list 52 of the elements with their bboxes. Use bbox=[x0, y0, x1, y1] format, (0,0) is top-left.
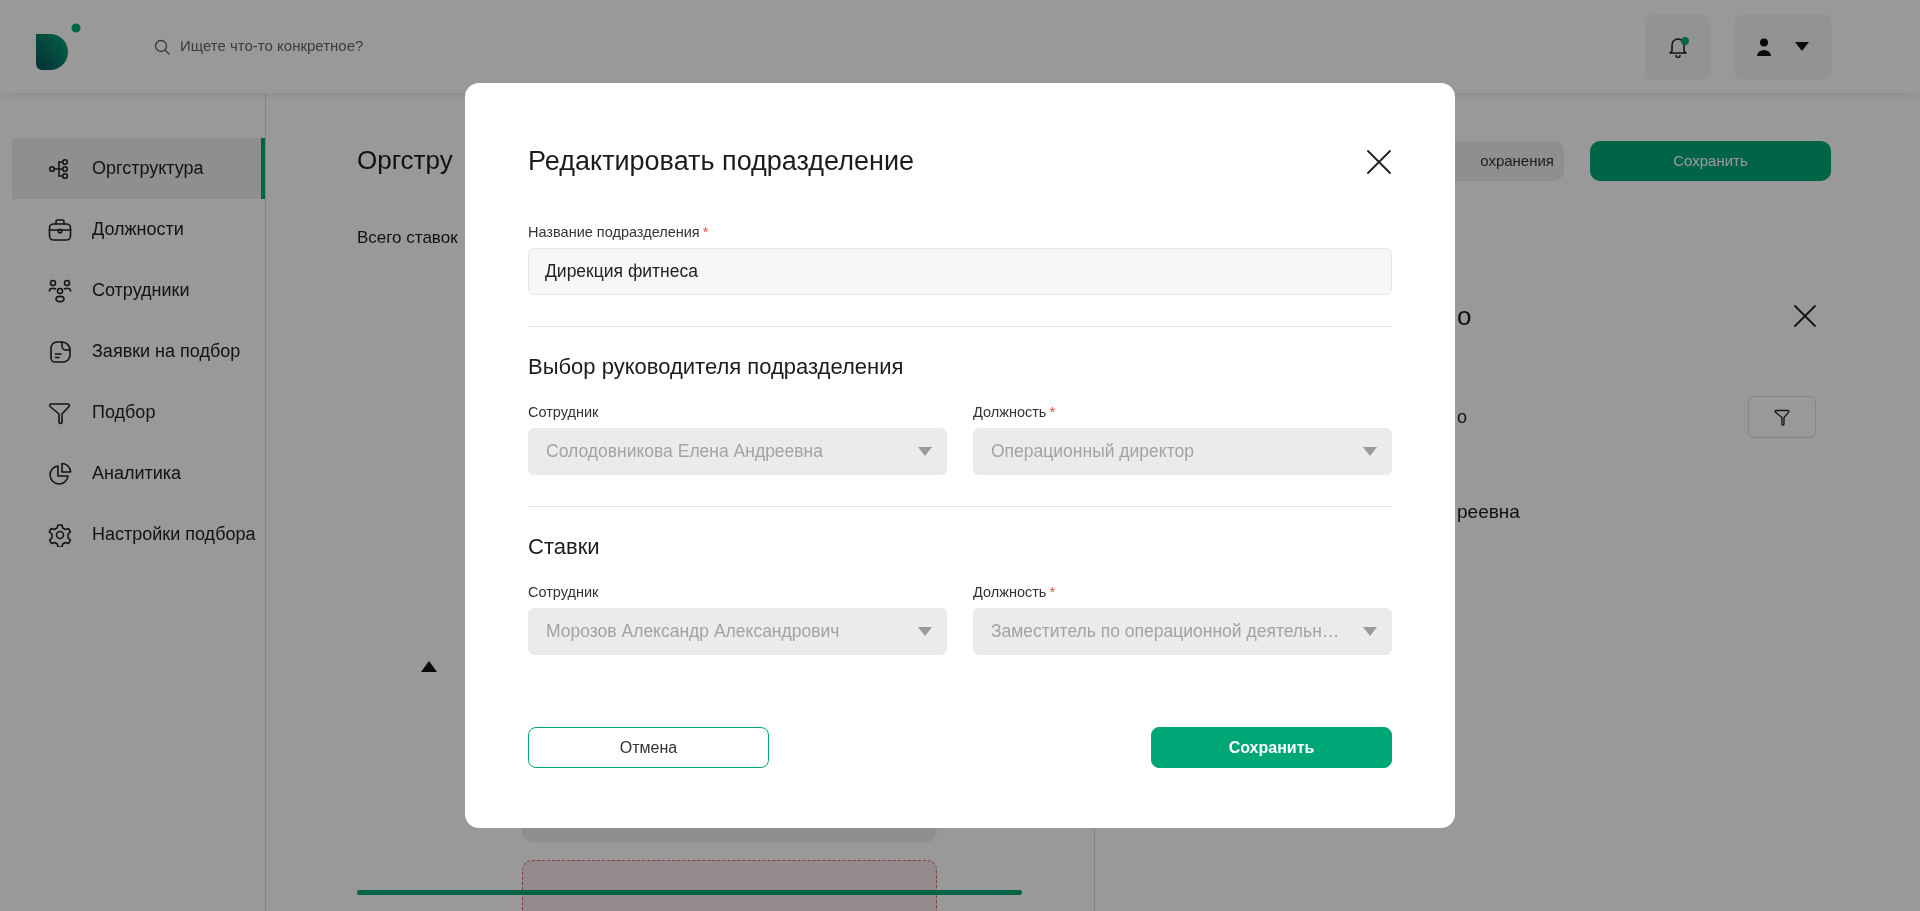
search-icon bbox=[154, 38, 170, 55]
scrollbar[interactable] bbox=[357, 889, 1022, 895]
dialog-title: Редактировать подразделение bbox=[528, 145, 914, 178]
required-mark: * bbox=[1049, 584, 1056, 601]
filter-button[interactable] bbox=[1748, 396, 1816, 438]
notifications-button[interactable] bbox=[1645, 13, 1711, 80]
close-button[interactable] bbox=[1366, 148, 1392, 175]
bell-icon bbox=[1668, 35, 1688, 58]
field-label: Сотрудник bbox=[528, 584, 599, 601]
caret-icon bbox=[918, 627, 932, 637]
caret-icon bbox=[1363, 446, 1377, 456]
sidebar-item[interactable]: Аналитика bbox=[12, 443, 265, 504]
funnel-icon bbox=[48, 400, 72, 425]
document-icon bbox=[48, 339, 72, 364]
panel-title: о bbox=[1457, 299, 1472, 333]
person-name: реевна bbox=[1457, 500, 1520, 524]
close-button[interactable] bbox=[1793, 303, 1817, 329]
people-icon bbox=[48, 278, 72, 303]
funnel-icon bbox=[1774, 408, 1790, 426]
field-label: Должность bbox=[973, 584, 1047, 601]
sidebar-item[interactable]: Оргструктура bbox=[12, 138, 265, 199]
caret-icon bbox=[1795, 42, 1809, 51]
search-field[interactable]: Ищете что-то конкретное? bbox=[178, 34, 478, 59]
logo-icon bbox=[34, 21, 82, 72]
section-title: Выбор руководителя подразделения bbox=[528, 353, 905, 381]
sidebar-item[interactable]: Подбор bbox=[12, 382, 265, 443]
caret-icon bbox=[918, 446, 932, 456]
secondary-button[interactable]: охранения bbox=[1455, 141, 1564, 181]
close-icon bbox=[1793, 304, 1817, 329]
cancel-button[interactable]: Отмена bbox=[528, 727, 769, 768]
user-menu-button[interactable] bbox=[1734, 13, 1832, 80]
gear-icon bbox=[48, 522, 72, 547]
pie-chart-icon bbox=[48, 461, 72, 486]
panel-subtitle: о bbox=[1457, 405, 1467, 429]
caret-icon bbox=[1363, 627, 1377, 637]
summary-text: Всего ставок bbox=[357, 227, 458, 249]
input-field[interactable]: Дирекция фитнеса bbox=[528, 247, 1392, 295]
field-label: Сотрудник bbox=[528, 404, 599, 421]
field-label: Должность bbox=[973, 404, 1047, 421]
user-icon bbox=[1757, 37, 1771, 56]
sidebar-item[interactable]: Сотрудники bbox=[12, 260, 265, 321]
sidebar-item[interactable]: Настройки подбора bbox=[12, 504, 265, 565]
required-mark: * bbox=[702, 224, 709, 240]
page-title: Оргстру bbox=[357, 145, 453, 177]
field-label: Название подразделения bbox=[528, 224, 700, 240]
close-icon bbox=[1366, 148, 1392, 175]
sidebar-item[interactable]: Заявки на подбор bbox=[12, 321, 265, 382]
sidebar-item[interactable]: Должности bbox=[12, 199, 265, 260]
required-mark: * bbox=[1049, 404, 1056, 421]
section-title: Ставки bbox=[528, 533, 601, 561]
briefcase-icon bbox=[48, 217, 72, 242]
collapse-icon[interactable] bbox=[421, 660, 437, 672]
